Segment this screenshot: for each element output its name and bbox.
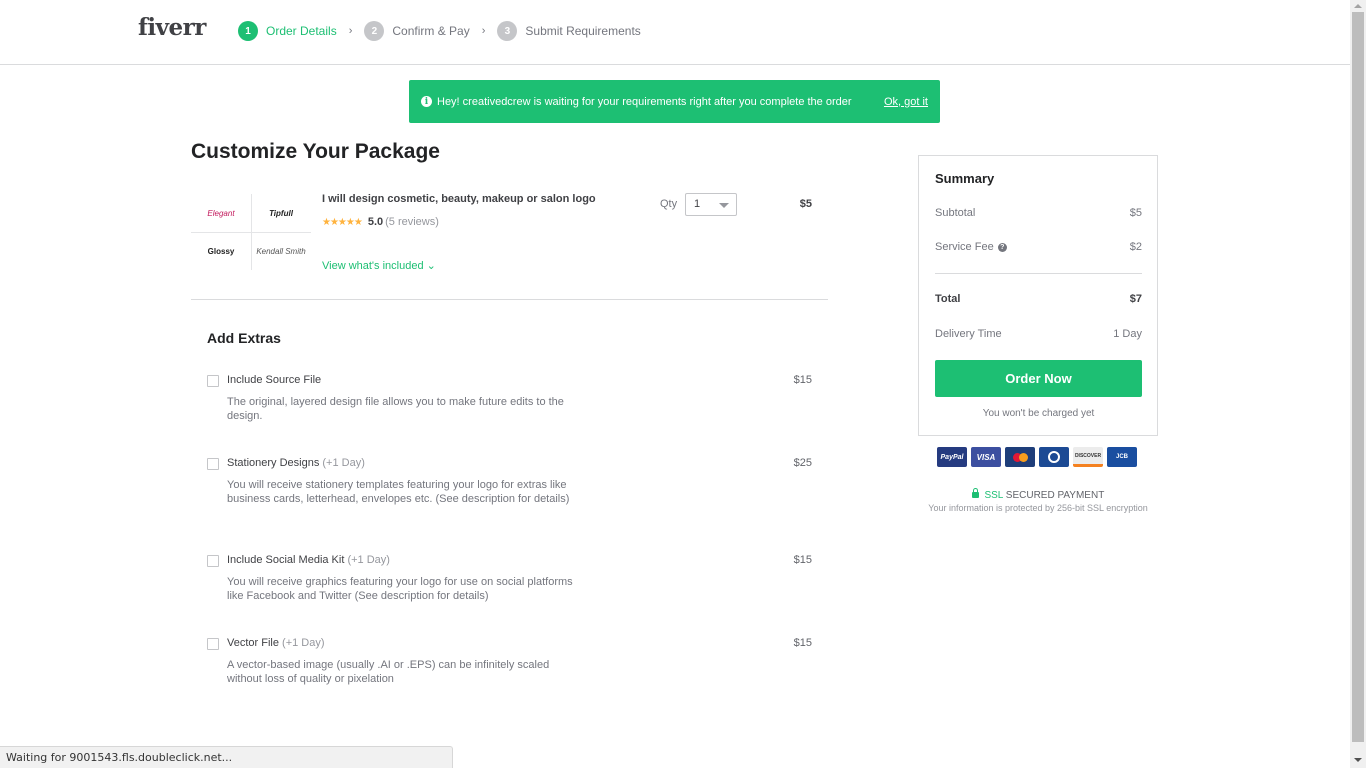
total-label: Total bbox=[935, 293, 961, 305]
secured-label: SECURED PAYMENT bbox=[1005, 490, 1105, 501]
qty-label: Qty bbox=[660, 198, 678, 210]
extra-name: Include Social Media Kit (+1 Day) bbox=[227, 554, 390, 566]
extra-days: (+1 Day) bbox=[322, 457, 365, 469]
ssl-note: Your information is protected by 256-bit… bbox=[928, 503, 1148, 513]
mastercard-icon bbox=[1005, 447, 1035, 467]
service-fee-label: Service Fee bbox=[935, 241, 994, 253]
extra-name: Include Source File bbox=[227, 374, 321, 386]
subtotal-label: Subtotal bbox=[935, 207, 976, 219]
delivery-value: 1 Day bbox=[1113, 328, 1142, 340]
banner-text: Hey! creativedcrew is waiting for your r… bbox=[437, 95, 852, 108]
discover-icon: DISCOVER bbox=[1073, 447, 1103, 467]
service-fee-row: Service Fee? $2 bbox=[935, 241, 1142, 253]
quantity-select[interactable]: 1 bbox=[685, 193, 737, 216]
checkout-steps: 1 Order Details › 2 Confirm & Pay › 3 Su… bbox=[238, 21, 641, 41]
extra-name: Stationery Designs (+1 Day) bbox=[227, 457, 365, 469]
extra-checkbox[interactable] bbox=[207, 555, 219, 567]
gig-title[interactable]: I will design cosmetic, beauty, makeup o… bbox=[322, 193, 596, 205]
review-count: (5 reviews) bbox=[385, 216, 439, 228]
step-label: Order Details bbox=[266, 24, 337, 38]
payment-methods: PayPal VISA DISCOVER JCB bbox=[937, 447, 1137, 467]
ssl-label: SSL bbox=[984, 490, 1003, 501]
extra-name-text: Stationery Designs bbox=[227, 457, 320, 469]
step-number: 2 bbox=[364, 21, 385, 41]
delivery-label: Delivery Time bbox=[935, 328, 1002, 340]
extra-price: $15 bbox=[793, 637, 812, 649]
gig-rating: ★★★★★ 5.0 (5 reviews) bbox=[322, 216, 439, 228]
page-title: Customize Your Package bbox=[191, 140, 440, 163]
visa-icon: VISA bbox=[971, 447, 1001, 467]
caret-down-icon bbox=[719, 203, 729, 208]
service-fee-value: $2 bbox=[1129, 241, 1142, 253]
extra-days: (+1 Day) bbox=[347, 554, 390, 566]
extra-name-text: Include Social Media Kit bbox=[227, 554, 345, 566]
step-label: Submit Requirements bbox=[525, 24, 641, 38]
extra-name: Vector File (+1 Day) bbox=[227, 637, 325, 649]
extra-description: The original, layered design file allows… bbox=[227, 396, 564, 422]
divider bbox=[191, 232, 311, 233]
extra-checkbox[interactable] bbox=[207, 458, 219, 470]
extra-name-text: Include Source File bbox=[227, 374, 322, 386]
step-confirm-pay: 2 Confirm & Pay bbox=[364, 21, 470, 41]
step-order-details[interactable]: 1 Order Details bbox=[238, 21, 337, 41]
browser-status-bar: Waiting for 9001543.fls.doubleclick.net.… bbox=[0, 746, 453, 768]
help-icon[interactable]: ? bbox=[997, 242, 1007, 252]
charged-note: You won't be charged yet bbox=[982, 408, 1095, 419]
dismiss-banner-link[interactable]: Ok, got it bbox=[884, 96, 928, 108]
top-header: fiverr 1 Order Details › 2 Confirm & Pay… bbox=[0, 0, 1350, 65]
total-row: Total $7 bbox=[935, 293, 1142, 305]
subtotal-value: $5 bbox=[1129, 207, 1142, 219]
info-banner: i Hey! creativedcrew is waiting for your… bbox=[409, 80, 940, 123]
step-label: Confirm & Pay bbox=[392, 24, 470, 38]
extra-price: $15 bbox=[793, 554, 812, 566]
logo-sample: Elegant bbox=[207, 208, 235, 218]
rating-score: 5.0 bbox=[367, 216, 384, 228]
extra-checkbox[interactable] bbox=[207, 638, 219, 650]
info-icon: i bbox=[421, 96, 432, 107]
summary-divider bbox=[935, 273, 1142, 274]
diners-club-icon bbox=[1039, 447, 1069, 467]
chevron-right-icon: › bbox=[481, 25, 486, 37]
section-divider bbox=[191, 299, 828, 300]
extras-title: Add Extras bbox=[207, 330, 281, 346]
order-summary: Summary Subtotal $5 Service Fee? $2 Tota… bbox=[918, 155, 1158, 436]
star-icons: ★★★★★ bbox=[322, 216, 363, 228]
logo-sample: Tipfull bbox=[269, 208, 293, 218]
logo-sample: Glossy bbox=[207, 246, 235, 256]
extra-days: (+1 Day) bbox=[282, 637, 325, 649]
vertical-scrollbar[interactable] bbox=[1350, 0, 1366, 768]
summary-title: Summary bbox=[935, 171, 995, 186]
gig-thumbnail: Elegant Tipfull Glossy Kendall Smith bbox=[191, 194, 311, 270]
step-number: 3 bbox=[497, 21, 518, 41]
gig-price: $5 bbox=[799, 198, 812, 210]
ssl-badge: SSL SECURED PAYMENT bbox=[918, 488, 1158, 501]
extra-checkbox[interactable] bbox=[207, 375, 219, 387]
total-value: $7 bbox=[1129, 293, 1142, 305]
order-now-button[interactable]: Order Now bbox=[935, 360, 1142, 397]
delivery-time-row: Delivery Time 1 Day bbox=[935, 328, 1142, 340]
quantity-value: 1 bbox=[694, 198, 701, 210]
scroll-thumb[interactable] bbox=[1352, 12, 1364, 742]
extra-description: A vector-based image (usually .AI or .EP… bbox=[227, 659, 550, 685]
fiverr-logo[interactable]: fiverr bbox=[138, 14, 206, 41]
logo-sample: Kendall Smith bbox=[256, 246, 306, 256]
extra-price: $25 bbox=[793, 457, 812, 469]
lock-icon bbox=[971, 488, 979, 498]
view-included-link[interactable]: View what's included ⌄ bbox=[322, 259, 436, 272]
paypal-icon: PayPal bbox=[937, 447, 967, 467]
step-submit-requirements: 3 Submit Requirements bbox=[497, 21, 641, 41]
step-number: 1 bbox=[238, 21, 258, 41]
subtotal-row: Subtotal $5 bbox=[935, 207, 1142, 219]
extra-description: You will receive stationery templates fe… bbox=[227, 479, 570, 505]
extra-price: $15 bbox=[793, 374, 812, 386]
extra-name-text: Vector File bbox=[227, 637, 279, 649]
scroll-down-arrow-icon[interactable] bbox=[1354, 758, 1362, 762]
jcb-icon: JCB bbox=[1107, 447, 1137, 467]
extra-description: You will receive graphics featuring your… bbox=[227, 576, 573, 602]
chevron-right-icon: › bbox=[348, 25, 353, 37]
scroll-up-arrow-icon[interactable] bbox=[1354, 4, 1362, 8]
